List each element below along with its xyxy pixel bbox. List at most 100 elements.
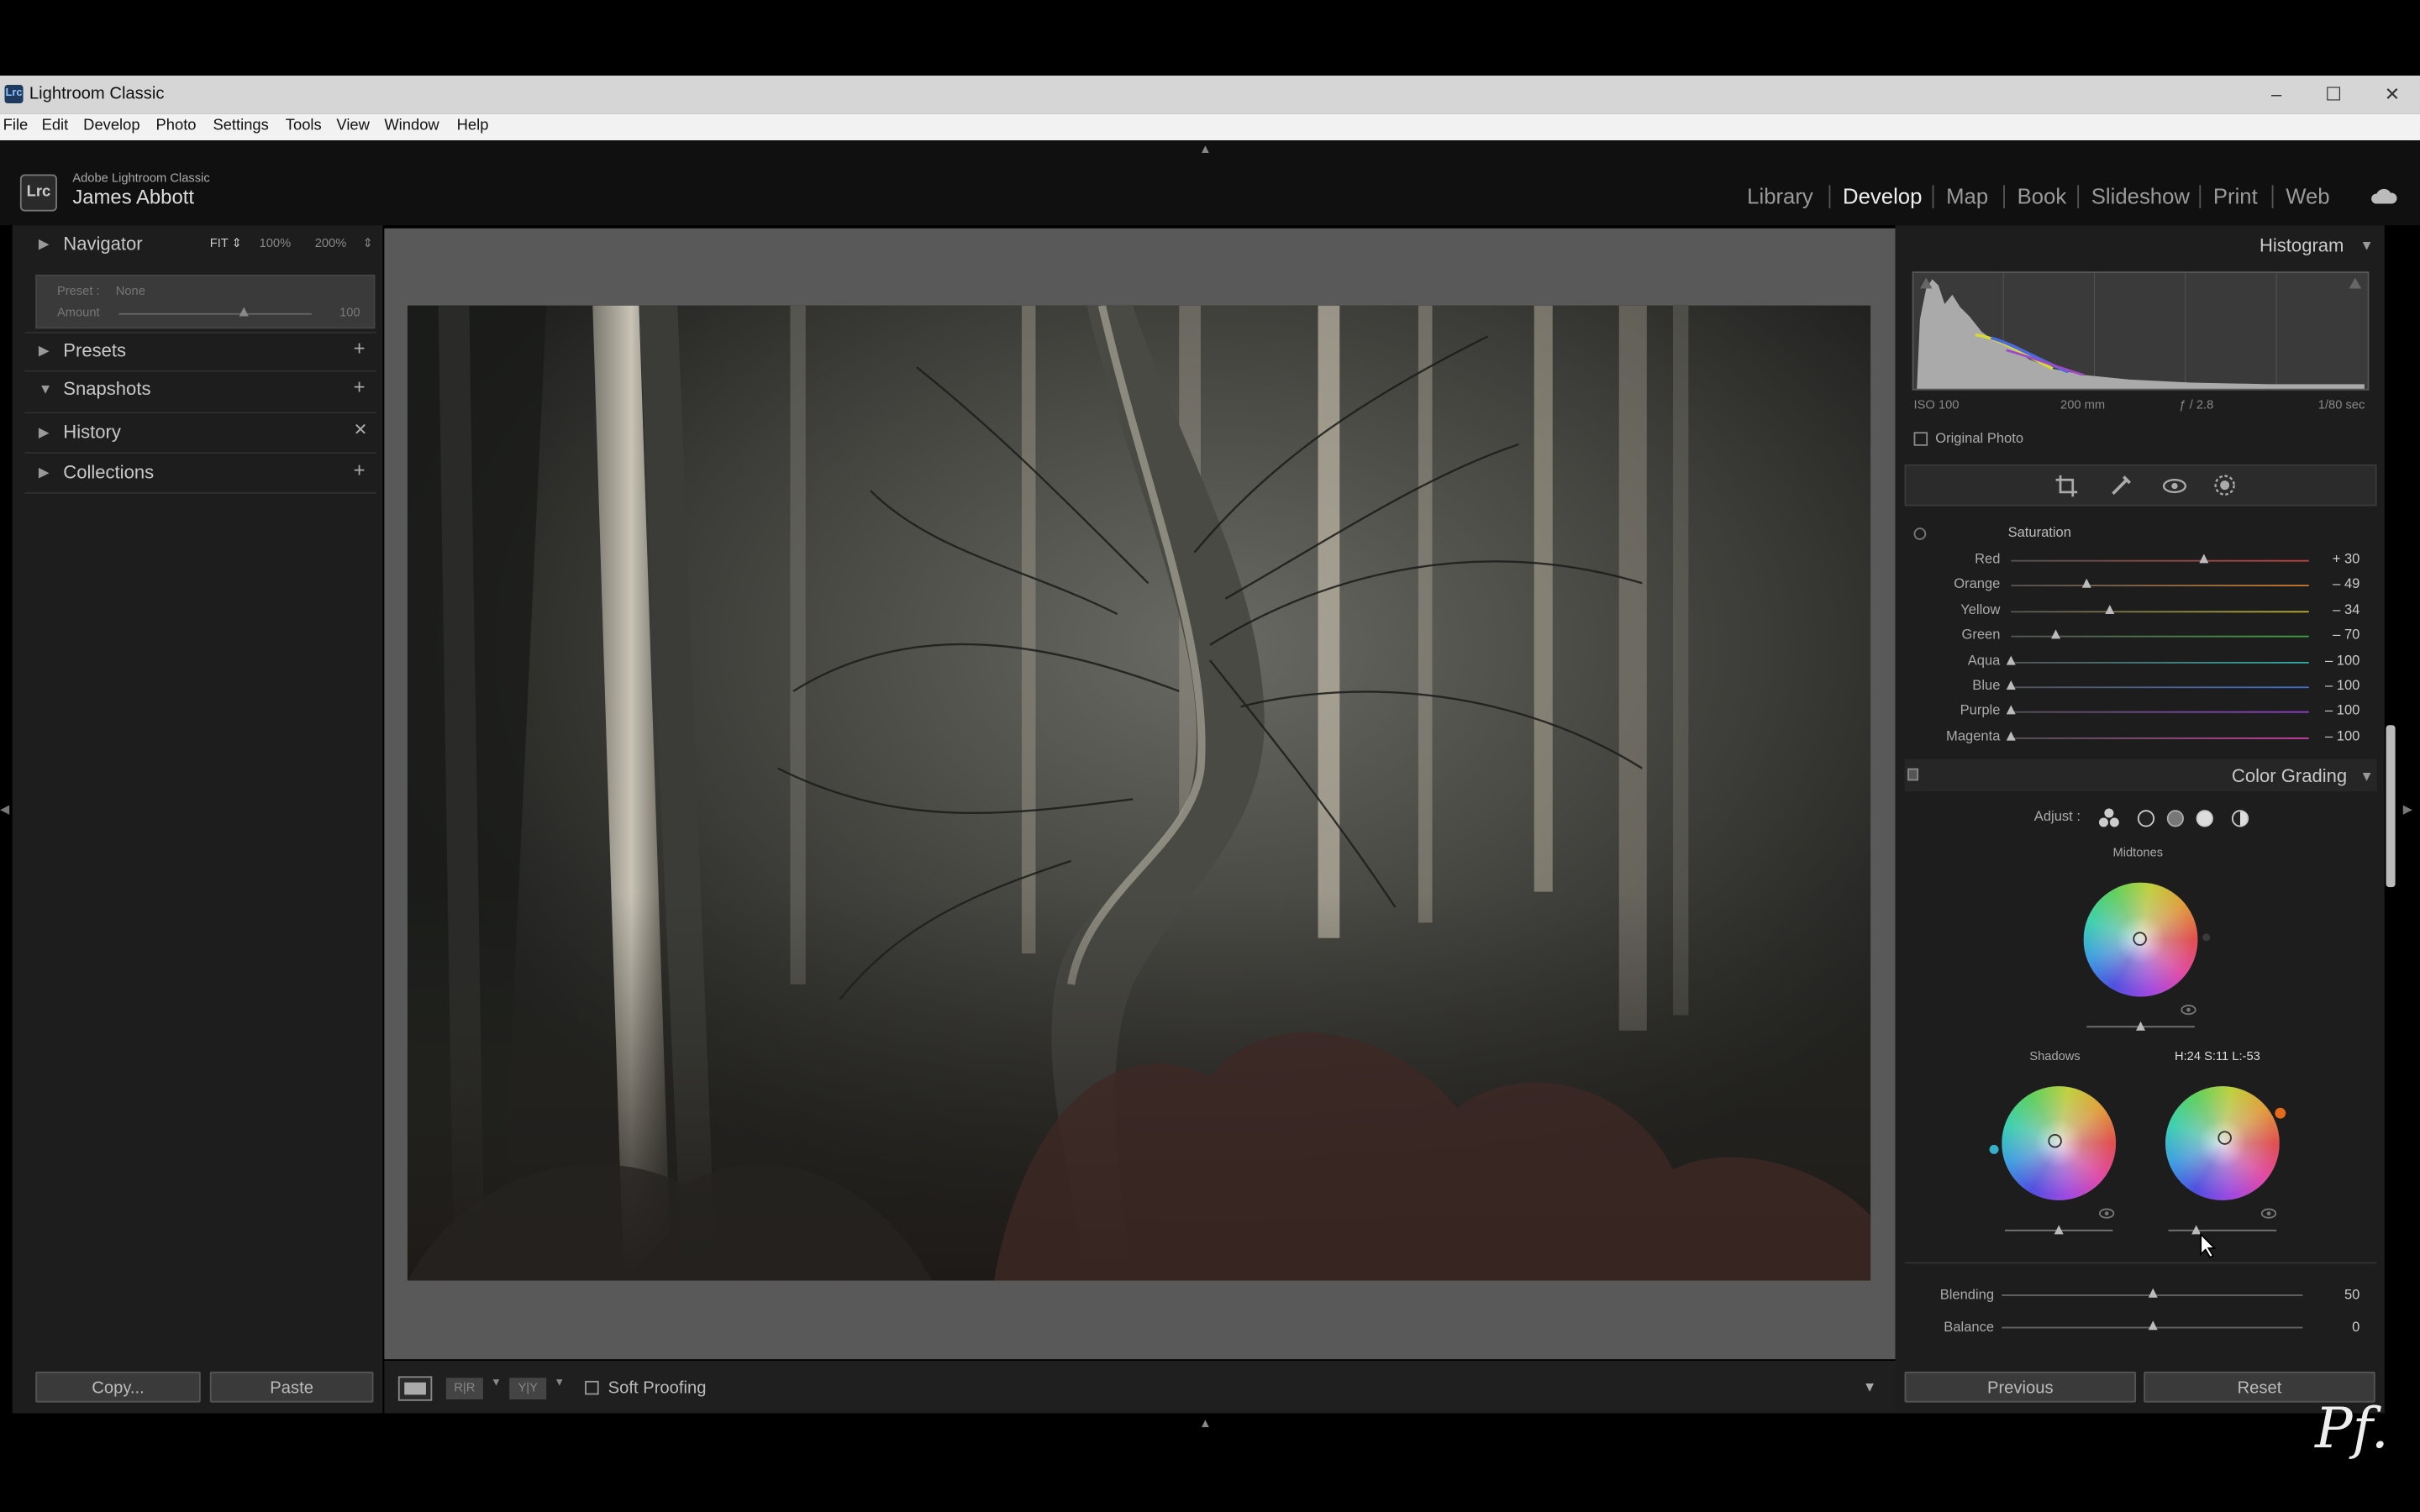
history-header[interactable]: ▶ History ✕ [24,415,376,452]
blending-slider-thumb[interactable] [2147,1288,2157,1298]
original-photo-checkbox[interactable] [1913,432,1928,446]
before-after-dropdown-icon[interactable]: ▼ [491,1378,502,1389]
saturation-aqua-thumb[interactable] [2006,654,2016,664]
shadows-wheel-handle[interactable] [2048,1133,2062,1148]
red-eye-icon[interactable] [2162,475,2187,497]
menu-develop[interactable]: Develop [83,118,139,134]
shadows-view-icon[interactable] [2137,810,2155,827]
presets-header[interactable]: ▶ Presets + [24,333,376,370]
zoom-200[interactable]: 200% [315,236,347,250]
swap-dropdown-icon[interactable]: ▼ [554,1378,565,1389]
healing-brush-icon[interactable] [2110,475,2132,497]
toolbar-menu-icon[interactable]: ▼ [1863,1379,1876,1394]
eye-icon[interactable] [2260,1208,2277,1219]
shadow-clipping-icon[interactable] [1919,277,1933,289]
module-map[interactable]: Map [1946,184,1988,208]
histogram-title[interactable]: Histogram [2260,234,2344,256]
shadows-luminance-thumb[interactable] [2054,1225,2064,1235]
midtones-luminance-thumb[interactable] [2136,1021,2146,1031]
saturation-blue-thumb[interactable] [2006,680,2016,690]
menu-edit[interactable]: Edit [42,118,69,134]
highlight-clipping-icon[interactable] [2349,277,2362,289]
highlights-luminance-track[interactable] [2168,1229,2277,1231]
saturation-aqua-track[interactable] [2011,661,2309,664]
zoom-100[interactable]: 100% [260,236,292,250]
global-view-icon[interactable] [2231,810,2249,827]
minimize-button[interactable]: – [2258,81,2295,108]
previous-button[interactable]: Previous [1904,1371,2137,1403]
saturation-purple-thumb[interactable] [2006,706,2016,716]
right-panel-toggle-icon[interactable]: ▶ [2403,802,2412,816]
menu-file[interactable]: File [3,118,29,134]
collections-header[interactable]: ▶ Collections + [24,455,376,492]
photo-preview[interactable] [407,305,1871,1281]
balance-slider-thumb[interactable] [2147,1320,2157,1331]
menu-tools[interactable]: Tools [286,118,322,134]
midtones-view-icon[interactable] [2166,810,2184,827]
highlights-view-icon[interactable] [2196,810,2213,827]
navigator-header[interactable]: ▶ Navigator FIT ⇕ 100% 200% ⇕ [24,225,376,262]
highlights-color-wheel[interactable] [2165,1086,2280,1200]
amount-slider-track[interactable] [118,312,313,315]
maximize-button[interactable]: ☐ [2315,81,2352,108]
module-develop[interactable]: Develop [1843,184,1922,208]
crop-icon[interactable] [2055,475,2078,497]
module-web[interactable]: Web [2286,184,2329,208]
iso-info: ISO 100 [1913,397,1960,412]
module-slideshow[interactable]: Slideshow [2091,184,2190,208]
masking-icon[interactable] [2213,474,2237,497]
color-grading-header[interactable]: Color Grading ▼ [1904,759,2377,792]
menu-view[interactable]: View [336,118,369,134]
paste-button[interactable]: Paste [209,1371,374,1403]
saturation-blue-track[interactable] [2011,686,2309,689]
right-panel-scrollbar[interactable] [2386,725,2396,888]
clear-history-icon[interactable]: ✕ [354,420,368,439]
copy-button[interactable]: Copy... [35,1371,201,1403]
menu-photo[interactable]: Photo [156,118,197,134]
module-book[interactable]: Book [2018,184,2067,208]
left-panel-toggle-icon[interactable]: ◀ [0,802,9,816]
eye-icon[interactable] [2098,1208,2115,1219]
saturation-orange-thumb[interactable] [2082,579,2092,589]
amount-slider-thumb[interactable] [239,307,250,317]
zoom-more[interactable]: ⇕ [363,236,373,250]
module-print[interactable]: Print [2213,184,2258,208]
saturation-magenta-thumb[interactable] [2006,731,2016,741]
add-preset-icon[interactable]: + [354,336,366,360]
eye-icon[interactable] [2181,1005,2196,1016]
menu-help[interactable]: Help [457,118,489,134]
saturation-red-thumb[interactable] [2200,554,2210,564]
saturation-purple-track[interactable] [2011,711,2309,714]
saturation-green-thumb[interactable] [2050,629,2060,639]
three-way-view-icon[interactable] [2097,807,2121,829]
menu-window[interactable]: Window [384,118,439,134]
cloud-icon[interactable] [2368,185,2399,205]
filmstrip-toggle-icon[interactable]: ▲ [1199,1416,1212,1431]
saturation-yellow-thumb[interactable] [2104,604,2114,614]
collapse-triangle-icon[interactable]: ▼ [2360,238,2373,253]
shadows-color-wheel[interactable] [2002,1086,2117,1200]
snapshots-header[interactable]: ▼ Snapshots + [24,372,376,409]
loupe-view-button[interactable] [397,1376,433,1401]
top-panel-toggle-icon[interactable]: ▲ [1199,142,1212,156]
soft-proofing-checkbox[interactable] [585,1380,599,1395]
zoom-fit[interactable]: FIT ⇕ [210,236,242,250]
midtones-color-wheel[interactable] [2083,882,2198,997]
saturation-red-track[interactable] [2011,559,2309,562]
add-collection-icon[interactable]: + [354,459,366,482]
module-library[interactable]: Library [1747,184,1813,208]
add-snapshot-icon[interactable]: + [354,375,366,398]
swap-button[interactable]: Y|Y [509,1378,547,1399]
saturation-yellow-track[interactable] [2011,610,2309,612]
histogram[interactable] [1912,271,2370,391]
saturation-orange-track[interactable] [2011,585,2309,587]
targeted-adjustment-icon[interactable] [1913,528,1927,540]
panel-switch-icon[interactable] [1907,768,1919,781]
before-after-button[interactable]: R|R [445,1378,483,1399]
close-button[interactable]: ✕ [2374,81,2411,108]
shutter-info: 1/80 sec [2317,397,2365,412]
highlights-wheel-handle[interactable] [2217,1131,2232,1145]
menu-settings[interactable]: Settings [213,118,268,134]
saturation-magenta-track[interactable] [2011,737,2309,739]
midtones-wheel-handle[interactable] [2133,932,2147,946]
